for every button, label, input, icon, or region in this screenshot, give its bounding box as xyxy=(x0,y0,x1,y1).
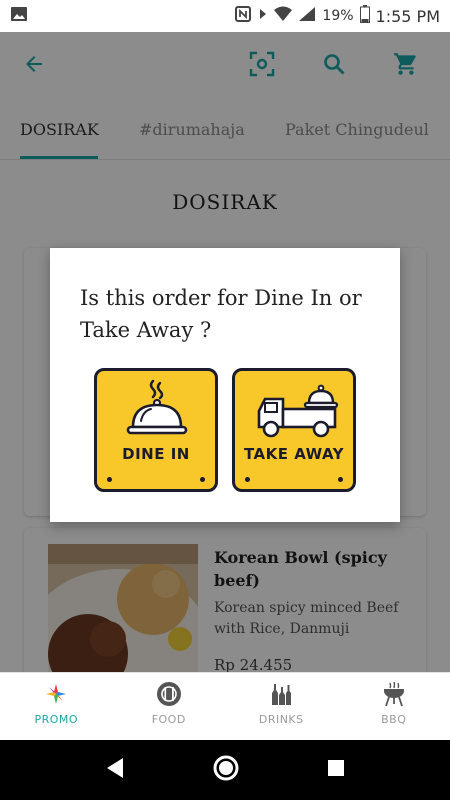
promo-logo-icon xyxy=(43,681,69,707)
recents-square-icon[interactable] xyxy=(325,757,347,783)
nav-promo[interactable]: PROMO xyxy=(0,673,113,740)
plate-cutlery-icon xyxy=(156,681,182,707)
wifi-icon xyxy=(274,6,293,26)
decor-dot xyxy=(338,477,343,482)
bottom-navigation: PROMO FOOD DRINKS BBQ xyxy=(0,672,450,740)
order-type-dialog: Is this order for Dine In or Take Away ?… xyxy=(50,248,400,522)
dine-in-button[interactable]: DINE IN xyxy=(94,368,218,492)
system-navigation-bar xyxy=(0,740,450,800)
clock: 1:55 PM xyxy=(375,6,440,26)
nav-drinks[interactable]: DRINKS xyxy=(225,673,338,740)
nfc-icon xyxy=(234,5,252,27)
bottles-icon xyxy=(268,681,294,707)
signal-icon xyxy=(298,6,316,26)
vibrate-icon xyxy=(258,7,268,25)
nav-bbq[interactable]: BBQ xyxy=(338,673,450,740)
nav-label: PROMO xyxy=(34,713,79,726)
delivery-truck-icon xyxy=(255,381,339,445)
grill-icon xyxy=(381,681,407,707)
battery-icon xyxy=(359,5,370,27)
take-away-label: TAKE AWAY xyxy=(243,445,345,463)
back-triangle-icon[interactable] xyxy=(103,756,127,784)
dialog-question: Is this order for Dine In or Take Away ? xyxy=(80,286,362,342)
decor-dot xyxy=(200,477,205,482)
status-bar: 19% 1:55 PM xyxy=(0,0,450,32)
home-circle-icon[interactable] xyxy=(212,754,240,786)
battery-percent: 19% xyxy=(322,8,354,24)
nav-food[interactable]: FOOD xyxy=(113,673,226,740)
nav-label: FOOD xyxy=(151,713,186,726)
nav-label: DRINKS xyxy=(258,713,304,726)
decor-dot xyxy=(245,477,250,482)
nav-label: BBQ xyxy=(381,713,407,726)
gallery-notification-icon xyxy=(10,5,28,27)
dine-in-label: DINE IN xyxy=(122,445,190,463)
cloche-icon xyxy=(125,377,189,447)
take-away-button[interactable]: TAKE AWAY xyxy=(232,368,356,492)
status-indicators: 19% 1:55 PM xyxy=(234,5,440,27)
decor-dot xyxy=(107,477,112,482)
